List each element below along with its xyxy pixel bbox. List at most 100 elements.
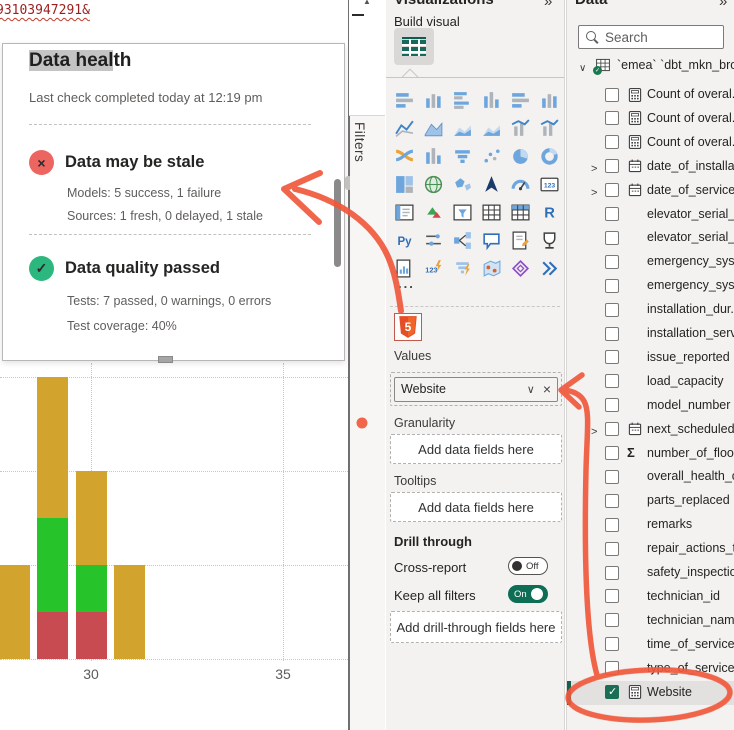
field-checkbox[interactable] [605, 207, 619, 221]
pie-chart-icon[interactable] [508, 144, 532, 168]
power-apps-icon[interactable] [421, 256, 445, 280]
field-row-repair-actions-t[interactable]: repair_actions_t... [567, 537, 734, 561]
field-checkbox[interactable] [605, 613, 619, 627]
azure-map-icon[interactable] [479, 172, 503, 196]
field-row-emergency-syst[interactable]: emergency_syst... [567, 250, 734, 274]
field-checkbox[interactable] [605, 111, 619, 125]
field-row-count-of-overal[interactable]: Count of overal... [567, 107, 734, 131]
map-icon[interactable] [421, 172, 445, 196]
stacked-bar-x28[interactable] [0, 565, 30, 659]
field-row-remarks[interactable]: remarks [567, 513, 734, 537]
field-row-number-of-floo[interactable]: Σnumber_of_floo... [567, 442, 734, 466]
field-row-time-of-service[interactable]: time_of_service [567, 633, 734, 657]
field-row-model-number[interactable]: model_number [567, 394, 734, 418]
qa-visual-icon[interactable] [479, 228, 503, 252]
new-slicer-icon[interactable] [421, 228, 445, 252]
chevron-right-icon[interactable] [591, 422, 597, 440]
line-and-clustered-column-chart-icon[interactable] [537, 116, 561, 140]
donut-chart-icon[interactable] [537, 144, 561, 168]
field-checkbox[interactable] [605, 685, 619, 699]
field-checkbox[interactable] [605, 566, 619, 580]
chevron-right-icon[interactable] [591, 159, 597, 177]
gold-segment[interactable] [114, 565, 145, 659]
field-checkbox[interactable] [605, 135, 619, 149]
gold-segment[interactable] [76, 471, 107, 565]
100-stacked-column-chart-icon[interactable] [537, 88, 561, 112]
chevron-right-icon[interactable] [591, 183, 597, 201]
filters-pane-label[interactable]: Filters [352, 122, 367, 162]
field-row-parts-replaced[interactable]: parts_replaced [567, 489, 734, 513]
keep-all-filters-toggle[interactable]: On [508, 585, 548, 603]
table-tree-root[interactable]: ✓ `emea` `dbt_mkn_bron... [567, 55, 734, 77]
website-field-pill[interactable]: Website [394, 377, 558, 402]
multi-row-card-icon[interactable] [392, 200, 416, 224]
field-checkbox[interactable] [605, 589, 619, 603]
field-checkbox[interactable] [605, 398, 619, 412]
tab-analytics[interactable] [524, 34, 558, 64]
field-checkbox[interactable] [605, 518, 619, 532]
slicer-icon[interactable] [450, 200, 474, 224]
table-icon[interactable] [479, 200, 503, 224]
gold-segment[interactable] [37, 377, 68, 518]
tooltip-scrollbar[interactable] [334, 179, 341, 267]
field-row-emergency-syst[interactable]: emergency_syst... [567, 274, 734, 298]
field-row-date-of-installa[interactable]: date_of_installa... [567, 155, 734, 179]
ribbon-chart-icon[interactable] [392, 144, 416, 168]
stacked-area-chart-icon[interactable] [450, 116, 474, 140]
power-automate-trigger-icon[interactable] [450, 256, 474, 280]
granularity-well[interactable]: Add data fields here [390, 434, 562, 464]
collapse-panel-icon[interactable] [719, 0, 727, 11]
stacked-bar-x29[interactable] [37, 377, 68, 659]
metrics-icon[interactable] [537, 228, 561, 252]
field-row-technician-id[interactable]: technician_id [567, 585, 734, 609]
tab-format-visual[interactable] [458, 34, 492, 64]
field-checkbox[interactable] [605, 183, 619, 197]
clustered-column-chart-icon[interactable] [479, 88, 503, 112]
values-well[interactable]: Website [390, 372, 562, 406]
field-checkbox[interactable] [605, 350, 619, 364]
matrix-icon[interactable] [508, 200, 532, 224]
search-input[interactable]: Search [578, 25, 724, 49]
field-row-next-scheduled[interactable]: next_scheduled... [567, 418, 734, 442]
stacked-bar-x31[interactable] [114, 565, 145, 659]
visual-resize-handle[interactable] [158, 356, 173, 363]
field-row-load-capacity[interactable]: load_capacity [567, 370, 734, 394]
field-row-count-of-overal[interactable]: Count of overal... [567, 83, 734, 107]
red-segment[interactable] [37, 612, 68, 659]
python-visual-icon[interactable] [392, 228, 416, 252]
field-row-type-of-service[interactable]: type_of_service [567, 657, 734, 681]
remove-field-icon[interactable] [543, 381, 551, 397]
line-chart-icon[interactable] [392, 116, 416, 140]
filled-map-icon[interactable] [450, 172, 474, 196]
field-checkbox[interactable] [605, 542, 619, 556]
red-segment[interactable] [76, 612, 107, 659]
field-checkbox[interactable] [605, 231, 619, 245]
field-row-technician-name[interactable]: technician_name [567, 609, 734, 633]
stacked-column-chart-icon[interactable] [421, 88, 445, 112]
field-checkbox[interactable] [605, 159, 619, 173]
100-stacked-bar-chart-icon[interactable] [508, 88, 532, 112]
chevron-down-icon[interactable] [579, 58, 586, 76]
stacked-bar-chart-icon[interactable] [392, 88, 416, 112]
treemap-icon[interactable] [392, 172, 416, 196]
more-visuals-button[interactable]: ... [398, 276, 415, 291]
field-checkbox[interactable] [605, 374, 619, 388]
field-checkbox[interactable] [605, 637, 619, 651]
field-checkbox[interactable] [605, 88, 619, 102]
field-row-overall-health-c[interactable]: overall_health_c... [567, 465, 734, 489]
field-row-date-of-service[interactable]: date_of_service [567, 179, 734, 203]
gold-segment[interactable] [0, 565, 30, 659]
field-row-installation-dur[interactable]: installation_dur... [567, 298, 734, 322]
field-checkbox[interactable] [605, 255, 619, 269]
100-stacked-area-chart-icon[interactable] [479, 116, 503, 140]
field-checkbox[interactable] [605, 446, 619, 460]
field-checkbox[interactable] [605, 661, 619, 675]
drill-through-well[interactable]: Add drill-through fields here [390, 611, 562, 643]
field-checkbox[interactable] [605, 327, 619, 341]
tab-build-visual[interactable] [394, 28, 434, 65]
gauge-icon[interactable] [508, 172, 532, 196]
arcgis-map-icon[interactable] [479, 256, 503, 280]
chevron-down-icon[interactable] [527, 382, 535, 396]
cross-report-toggle[interactable]: Off [508, 557, 548, 575]
line-and-stacked-column-chart-icon[interactable] [508, 116, 532, 140]
